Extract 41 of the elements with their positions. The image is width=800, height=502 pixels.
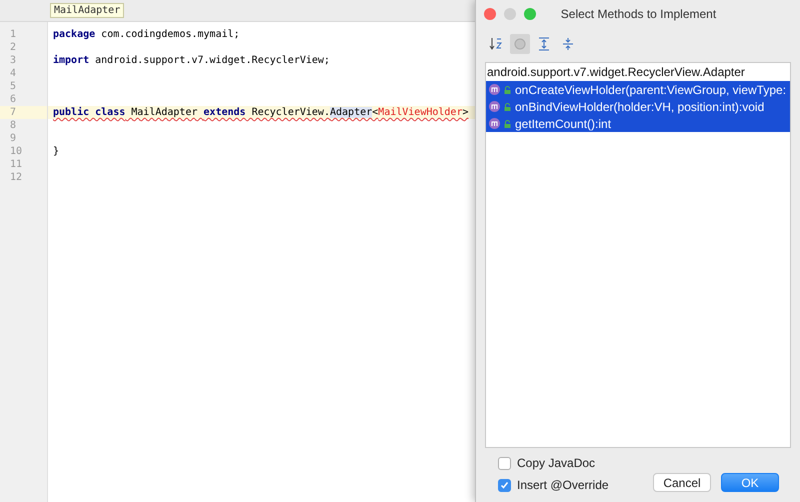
line-number: 7 — [10, 107, 16, 118]
line-number: 8 — [10, 120, 16, 131]
checkbox-label: Copy JavaDoc — [517, 456, 596, 470]
expand-all-icon — [538, 37, 550, 51]
checkbox[interactable] — [498, 478, 511, 492]
line-number: 10 — [10, 146, 22, 157]
lock-icon — [504, 120, 511, 128]
dialog-button[interactable]: Cancel — [653, 473, 711, 492]
line-number: 12 — [10, 172, 22, 183]
line-number: 4 — [10, 68, 16, 79]
method-icon — [489, 101, 500, 112]
method-item[interactable]: onCreateViewHolder(parent:ViewGroup, viewType: — [486, 81, 790, 98]
dialog-title: Select Methods to Implement — [560, 7, 716, 21]
zoom-button[interactable] — [524, 8, 536, 20]
line-number: 6 — [10, 94, 16, 105]
close-button[interactable] — [484, 8, 496, 20]
checkbox[interactable] — [498, 456, 511, 470]
line-number: 11 — [10, 159, 22, 170]
line-number: 1 — [10, 29, 16, 40]
circle-icon — [514, 38, 526, 50]
method-icon — [489, 84, 500, 95]
lock-icon — [504, 102, 511, 110]
code-line: public class MailAdapter extends RecyclerView.Adapter<MailViewHolder> — [53, 106, 468, 119]
sort-icon — [489, 37, 503, 51]
method-icon — [489, 118, 500, 129]
line-number: 2 — [10, 42, 16, 53]
method-item[interactable]: onBindViewHolder(holder:VH, position:int):void — [486, 98, 790, 115]
code-line: package com.codingdemos.mymail; — [53, 28, 240, 41]
line-number: 5 — [10, 81, 16, 92]
checkbox-label: Insert @Override — [517, 478, 609, 492]
line-number: 3 — [10, 55, 16, 66]
method-item[interactable]: getItemCount():int — [486, 115, 790, 132]
code-line: import android.support.v7.widget.RecyclerView; — [53, 54, 330, 67]
class-name: android.support.v7.widget.RecyclerView.Adapter — [486, 64, 746, 81]
lock-icon — [504, 86, 511, 94]
minimize-button[interactable] — [504, 8, 516, 20]
line-number: 9 — [10, 133, 16, 144]
collapse-all-icon — [562, 37, 574, 51]
check-icon — [500, 480, 509, 490]
code-line: } — [53, 145, 60, 158]
breadcrumb[interactable]: MailAdapter — [50, 3, 124, 18]
